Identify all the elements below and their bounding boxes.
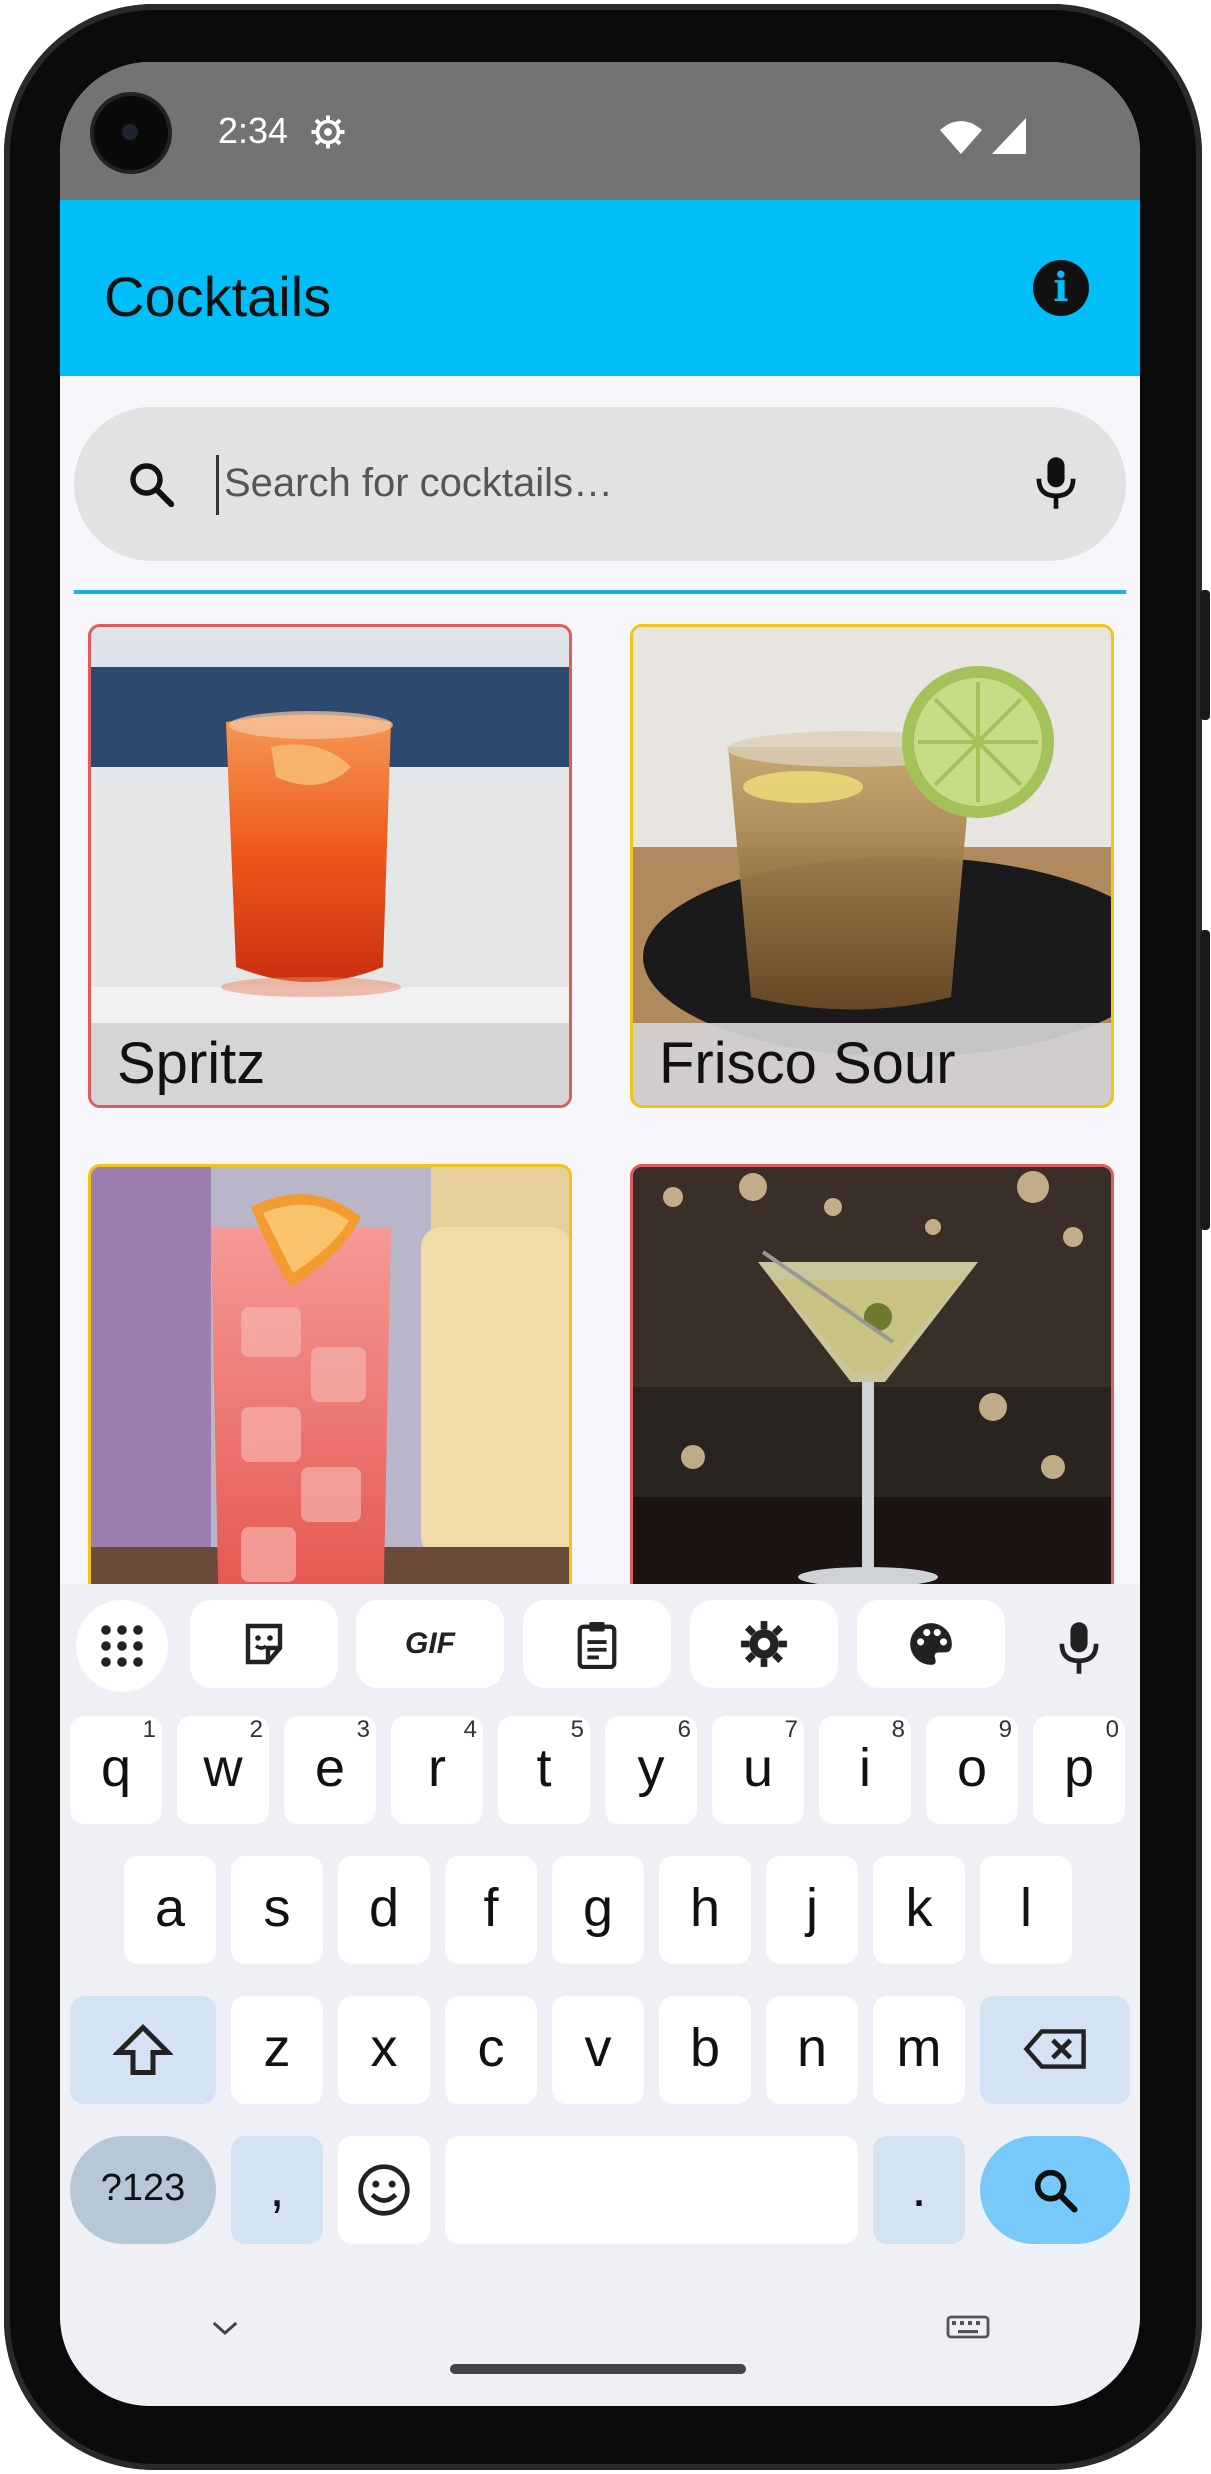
cocktail-card-frisco-sour[interactable]: Frisco Sour [630, 624, 1114, 1108]
power-button [1200, 590, 1210, 720]
key-u[interactable]: u7 [712, 1716, 804, 1824]
period-key[interactable]: . [873, 2136, 965, 2244]
cocktail-image [633, 1167, 1111, 1645]
key-l[interactable]: l [980, 1856, 1072, 1964]
search-icon [130, 463, 175, 508]
grid-dots-icon [101, 1625, 143, 1667]
theme-button[interactable] [857, 1600, 1005, 1688]
key-b[interactable]: b [659, 1996, 751, 2104]
search-divider [74, 590, 1126, 594]
key-g[interactable]: g [552, 1856, 644, 1964]
key-c[interactable]: c [445, 1996, 537, 2104]
page-title: Cocktails [104, 265, 332, 328]
keyboard-switch-icon[interactable] [946, 2314, 990, 2344]
key-q[interactable]: q1 [70, 1716, 162, 1824]
sticker-button[interactable] [190, 1600, 338, 1688]
settings-status-icon [311, 115, 345, 149]
status-time: 2:34 [218, 110, 289, 151]
key-s[interactable]: s [231, 1856, 323, 1964]
keyboard-settings-button[interactable] [690, 1600, 838, 1688]
app-bar: Cocktails i [60, 200, 1140, 376]
shift-icon [111, 2023, 175, 2075]
shift-key[interactable] [70, 1996, 216, 2104]
clipboard-button[interactable] [523, 1600, 671, 1688]
key-h[interactable]: h [659, 1856, 751, 1964]
key-y[interactable]: y6 [605, 1716, 697, 1824]
comma-key[interactable]: , [231, 2136, 323, 2244]
key-o[interactable]: o9 [926, 1716, 1018, 1824]
cocktail-card-spritz[interactable]: Spritz [88, 624, 572, 1108]
gif-button[interactable]: GIF [356, 1600, 504, 1688]
key-n[interactable]: n [766, 1996, 858, 2104]
backspace-icon [1023, 2029, 1086, 2069]
gear-icon [741, 1621, 787, 1667]
emoji-key[interactable] [338, 2136, 430, 2244]
keyboard-mic-icon[interactable] [1052, 1618, 1106, 1678]
palette-icon [910, 1623, 952, 1665]
key-j[interactable]: j [766, 1856, 858, 1964]
wifi-icon [940, 121, 982, 154]
chevron-down-icon[interactable] [210, 2318, 240, 2338]
screen: 2:34 Cocktails i Search for cocktails… S… [60, 62, 1140, 2406]
search-input[interactable] [224, 453, 924, 513]
key-k[interactable]: k [873, 1856, 965, 1964]
status-bar: 2:34 [60, 62, 1140, 200]
key-f[interactable]: f [445, 1856, 537, 1964]
key-x[interactable]: x [338, 1996, 430, 2104]
info-icon[interactable]: i [1033, 260, 1089, 316]
cocktail-name: Spritz [91, 1023, 569, 1105]
search-action-key[interactable] [980, 2136, 1130, 2244]
clipboard-icon [577, 1621, 617, 1669]
cell-signal-icon [992, 118, 1026, 154]
key-m[interactable]: m [873, 1996, 965, 2104]
cocktail-name: Frisco Sour [633, 1023, 1111, 1105]
mic-icon[interactable] [1029, 453, 1083, 513]
soft-keyboard: GIF q 1 w 2 e 3 r 4 t 5 y 6 u 7 i 8 o 9 … [60, 1584, 1140, 2406]
key-e[interactable]: e3 [284, 1716, 376, 1824]
search-icon [1034, 2169, 1078, 2213]
sticker-icon [245, 1623, 283, 1665]
volume-button [1200, 930, 1210, 1230]
cocktail-card-4[interactable] [630, 1164, 1114, 1648]
gif-label: GIF [405, 1627, 455, 1660]
cocktail-card-3[interactable] [88, 1164, 572, 1648]
key-a[interactable]: a [124, 1856, 216, 1964]
navigation-bar [60, 2294, 1140, 2406]
home-indicator[interactable] [450, 2364, 746, 2374]
backspace-key[interactable] [980, 1996, 1130, 2104]
cocktail-image [91, 1167, 569, 1645]
key-t[interactable]: t5 [498, 1716, 590, 1824]
symbols-key[interactable]: ?123 [70, 2136, 216, 2244]
space-key[interactable] [445, 2136, 858, 2244]
front-camera [94, 96, 168, 170]
key-r[interactable]: r4 [391, 1716, 483, 1824]
key-p[interactable]: p0 [1033, 1716, 1125, 1824]
key-v[interactable]: v [552, 1996, 644, 2104]
key-d[interactable]: d [338, 1856, 430, 1964]
emoji-icon [358, 2164, 410, 2216]
key-z[interactable]: z [231, 1996, 323, 2104]
search-bar[interactable] [74, 407, 1126, 561]
text-caret [216, 455, 219, 515]
keyboard-toolbar: GIF [60, 1600, 1140, 1692]
key-w[interactable]: w2 [177, 1716, 269, 1824]
key-i[interactable]: i8 [819, 1716, 911, 1824]
